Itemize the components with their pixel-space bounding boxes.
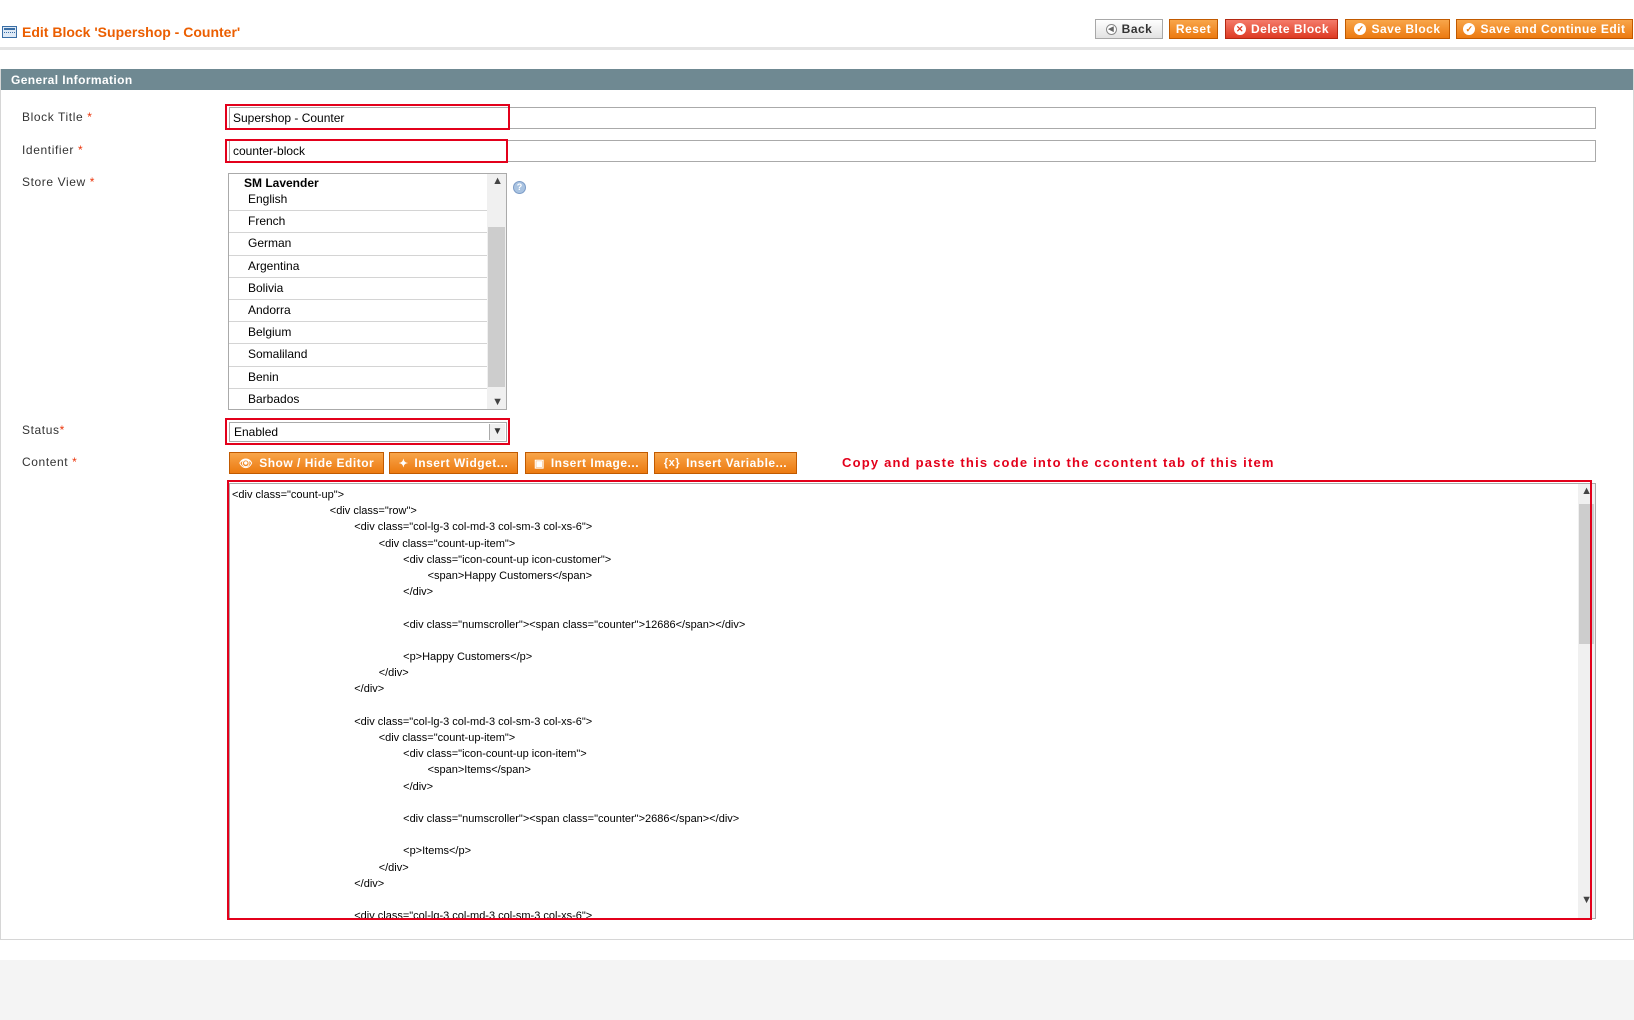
- status-label: Status*: [22, 423, 65, 437]
- show-hide-editor-button[interactable]: 👁 Show / Hide Editor: [229, 452, 384, 474]
- page-root: Edit Block 'Supershop - Counter' ◀ Back …: [0, 0, 1634, 1020]
- checkmark-icon: ✓: [1463, 23, 1476, 35]
- code-line: <div class="col-lg-3 col-md-3 col-sm-3 c…: [232, 715, 593, 728]
- chevron-down-icon: ▼: [489, 424, 505, 440]
- back-arrow-icon: ◀: [1105, 23, 1117, 35]
- code-line: <span>Happy Customers</span>: [232, 570, 593, 583]
- reset-button[interactable]: Reset: [1169, 19, 1218, 39]
- widget-icon: ✦: [398, 457, 409, 470]
- content-code: <div class="count-up"> <div class="row">…: [232, 487, 746, 919]
- required-marker: *: [72, 455, 78, 469]
- delete-block-button[interactable]: ✕ Delete Block: [1225, 19, 1338, 39]
- help-icon[interactable]: ?: [513, 181, 526, 194]
- scroll-up-icon[interactable]: ▲: [1581, 485, 1592, 497]
- scroll-up-icon[interactable]: ▲: [492, 175, 503, 187]
- insert-variable-button[interactable]: {x} Insert Variable...: [654, 452, 797, 474]
- page-header: Edit Block 'Supershop - Counter' ◀ Back …: [0, 0, 1634, 50]
- delete-icon: ✕: [1233, 23, 1246, 35]
- back-button-label: Back: [1121, 22, 1153, 36]
- code-line: <p>Items</p>: [232, 845, 472, 858]
- section-title: General Information: [1, 69, 1633, 90]
- code-line: <div class="count-up-item">: [232, 732, 516, 745]
- checkmark-icon: ✓: [1354, 23, 1367, 35]
- save-continue-button-label: Save and Continue Edit: [1480, 22, 1626, 36]
- code-line: <div class="col-lg-3 col-md-3 col-sm-3 c…: [232, 910, 593, 919]
- scroll-down-icon[interactable]: ▼: [1581, 894, 1592, 906]
- store-view-option[interactable]: Benin: [229, 367, 487, 389]
- code-line: </div>: [232, 586, 434, 599]
- header-divider: [0, 47, 1634, 50]
- status-select[interactable]: Enabled ▼: [229, 422, 507, 442]
- code-line: <div class="icon-count-up icon-customer"…: [232, 553, 612, 566]
- required-marker: *: [77, 143, 84, 157]
- code-line: <span>Items</span>: [232, 764, 531, 777]
- store-view-group-label: SM Lavender: [244, 176, 319, 190]
- save-block-button[interactable]: ✓ Save Block: [1345, 19, 1450, 39]
- eye-icon: 👁: [238, 457, 254, 470]
- block-title-input[interactable]: Supershop - Counter: [229, 107, 1596, 129]
- store-view-option[interactable]: French: [229, 211, 487, 234]
- code-line: <div class="numscroller"><span class="co…: [232, 618, 746, 631]
- code-line: </div>: [232, 780, 434, 793]
- back-button[interactable]: ◀ Back: [1095, 19, 1163, 39]
- code-line: <div class="count-up">: [232, 489, 345, 501]
- store-view-option[interactable]: English: [229, 189, 487, 212]
- content-label: Content *: [22, 455, 78, 469]
- variable-icon: {x}: [663, 457, 681, 469]
- status-selected-value: Enabled: [234, 425, 279, 439]
- store-view-option[interactable]: Bolivia: [229, 278, 487, 300]
- store-view-multiselect[interactable]: SM Lavender English French German Argent…: [228, 173, 507, 410]
- store-view-option[interactable]: Barbados: [229, 389, 487, 409]
- code-line: <div class="col-lg-3 col-md-3 col-sm-3 c…: [232, 521, 593, 534]
- scrollbar-thumb[interactable]: [1579, 504, 1594, 644]
- code-line: <p>Happy Customers</p>: [232, 651, 533, 664]
- store-view-label: Store View *: [22, 175, 96, 189]
- cms-block-icon: [2, 26, 17, 38]
- required-marker: *: [59, 423, 65, 437]
- insert-widget-button[interactable]: ✦ Insert Widget...: [389, 452, 518, 474]
- delete-button-label: Delete Block: [1250, 22, 1330, 36]
- code-line: <div class="numscroller"><span class="co…: [232, 813, 740, 826]
- save-button-label: Save Block: [1371, 22, 1441, 36]
- code-line: </div>: [232, 861, 409, 874]
- code-line: </div>: [232, 667, 409, 680]
- store-view-option[interactable]: Argentina: [229, 256, 487, 278]
- content-scrollbar[interactable]: ▲ ▼: [1578, 484, 1595, 918]
- store-view-options: English French German Argentina Bolivia …: [229, 189, 487, 409]
- store-view-option[interactable]: Somaliland: [229, 344, 487, 367]
- scrollbar-thumb[interactable]: [488, 227, 505, 387]
- footer-area: [0, 960, 1634, 1020]
- page-title: Edit Block 'Supershop - Counter': [22, 24, 241, 40]
- code-line: <div class="icon-count-up icon-item">: [232, 748, 587, 761]
- required-marker: *: [89, 175, 96, 189]
- reset-button-label: Reset: [1175, 22, 1212, 36]
- code-line: </div>: [232, 877, 385, 890]
- block-title-label: Block Title *: [22, 110, 93, 124]
- identifier-label: Identifier *: [22, 143, 84, 157]
- image-icon: ▣: [533, 457, 545, 470]
- store-view-option[interactable]: German: [229, 233, 487, 256]
- identifier-input[interactable]: counter-block: [229, 140, 1596, 162]
- store-view-scrollbar[interactable]: ▲ ▼: [487, 174, 506, 409]
- insert-image-button[interactable]: ▣ Insert Image...: [525, 452, 648, 474]
- scroll-down-icon[interactable]: ▼: [492, 396, 503, 408]
- content-textarea[interactable]: <div class="count-up"> <div class="row">…: [229, 483, 1596, 919]
- instruction-note: Copy and paste this code into the cconte…: [842, 455, 1275, 470]
- store-view-option[interactable]: Andorra: [229, 300, 487, 323]
- required-marker: *: [87, 110, 93, 124]
- code-line: <div class="count-up-item">: [232, 537, 516, 550]
- code-line: </div>: [232, 683, 385, 696]
- code-line: <div class="row">: [232, 505, 417, 518]
- store-view-option[interactable]: Belgium: [229, 322, 487, 345]
- save-and-continue-button[interactable]: ✓ Save and Continue Edit: [1456, 19, 1633, 39]
